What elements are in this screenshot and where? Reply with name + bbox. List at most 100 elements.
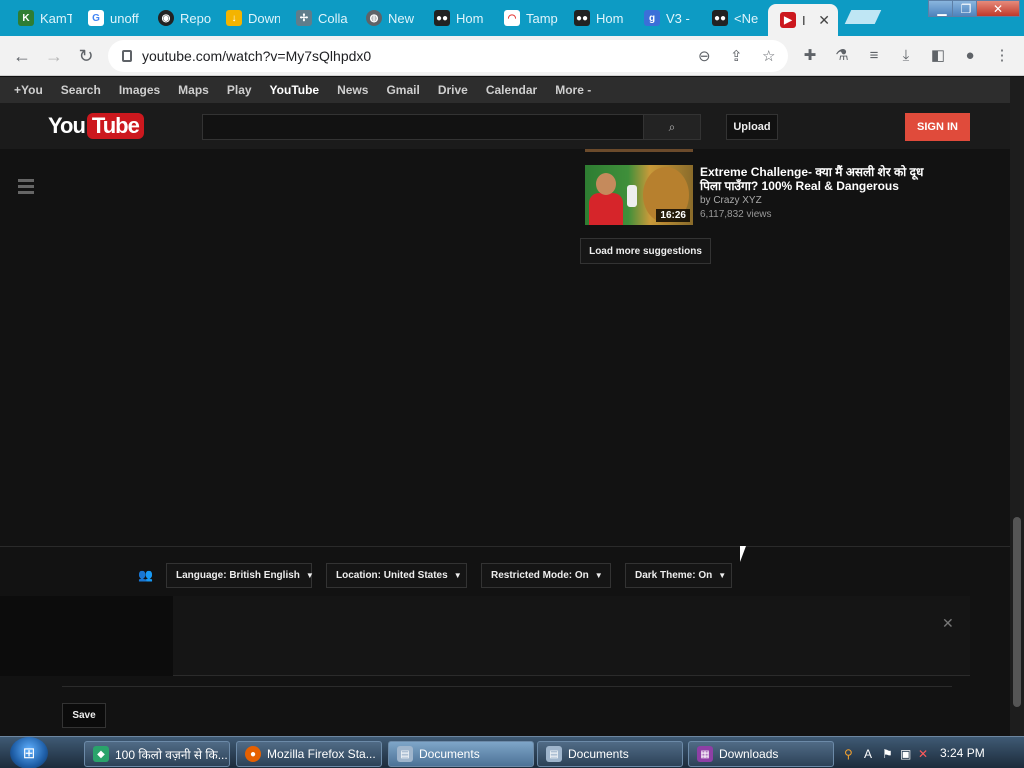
save-button[interactable]: Save	[62, 703, 106, 728]
bookmark-star-icon[interactable]: ☆	[762, 47, 775, 65]
upload-button[interactable]: Upload	[726, 114, 778, 140]
taskbar-item[interactable]: ▦ Downloads	[688, 741, 834, 767]
flag-tray-icon[interactable]: ⚑	[882, 747, 893, 761]
scrollbar-thumb[interactable]	[1013, 517, 1021, 707]
language-tray-icon[interactable]: A	[864, 747, 872, 761]
pinwheel-icon: ✢	[296, 10, 312, 26]
profile-icon[interactable]: ●	[959, 44, 981, 66]
help-people-icon[interactable]: 👥	[138, 568, 153, 582]
tampermonkey-icon: ●●	[434, 10, 450, 26]
github-icon: ◉	[158, 10, 174, 26]
browser-tab[interactable]: ✢ Colla	[278, 4, 350, 32]
browser-tab[interactable]: ◉ Repo	[140, 4, 212, 32]
page-scrollbar[interactable]	[1010, 77, 1024, 736]
search-button[interactable]: ⌕	[643, 114, 701, 140]
browser-tab[interactable]: ●● <Ne	[694, 4, 766, 32]
location-label: Location: United States	[336, 570, 448, 581]
window-close-button[interactable]: ✕	[976, 0, 1020, 17]
taskbar-label: 100 किलो वज़नी से कि...	[115, 747, 228, 762]
gbar-link-gmail[interactable]: Gmail	[386, 83, 419, 97]
taskbar-item[interactable]: ● Mozilla Firefox Sta...	[236, 741, 382, 767]
gbar-link-you[interactable]: +You	[14, 83, 43, 97]
youtube-icon: ▶	[780, 12, 796, 28]
firefox-icon: ●	[245, 746, 261, 762]
windows-logo-icon: ⊞	[22, 745, 36, 762]
browser-tab-active[interactable]: ▶ I ✕	[768, 4, 838, 36]
folder-icon: ▤	[397, 746, 413, 762]
google-icon: G	[88, 10, 104, 26]
reload-button[interactable]: ↻	[74, 44, 98, 68]
gbar-link-images[interactable]: Images	[119, 83, 160, 97]
load-more-button[interactable]: Load more suggestions	[580, 238, 711, 264]
url-text: youtube.com/watch?v=My7sQlhpdx0	[142, 48, 372, 64]
location-picker[interactable]: Location: United States ▼	[326, 563, 467, 588]
video-thumbnail[interactable]: 16:26	[585, 165, 693, 225]
browser-tab[interactable]: ●● Hom	[556, 4, 628, 32]
side-panel-icon[interactable]: ◧	[927, 44, 949, 66]
footer-divider	[0, 546, 1010, 547]
previous-thumb-edge	[585, 149, 693, 152]
youtube-logo[interactable]: You Tube	[48, 113, 144, 139]
address-bar[interactable]: youtube.com/watch?v=My7sQlhpdx0 ⊖ ⇪ ☆	[108, 40, 788, 72]
gbar-link-play[interactable]: Play	[227, 83, 252, 97]
caret-down-icon: ▼	[594, 571, 603, 580]
gbar-link-youtube[interactable]: YouTube	[270, 83, 320, 97]
taskbar-item[interactable]: ▤ Documents	[537, 741, 683, 767]
download-icon[interactable]: ⤓	[895, 44, 917, 66]
zoom-icon[interactable]: ⊖	[698, 47, 711, 65]
language-picker[interactable]: Language: British English ▼	[166, 563, 314, 588]
browser-tab[interactable]: ◍ New	[348, 4, 420, 32]
dark-theme-picker[interactable]: Dark Theme: On ▼	[625, 563, 732, 588]
start-button[interactable]: ⊞	[10, 737, 48, 768]
tab-label: Down	[248, 10, 280, 26]
browser-tab[interactable]: ◠ Tamp	[486, 4, 558, 32]
sign-in-button[interactable]: SIGN IN	[905, 113, 970, 141]
video-channel[interactable]: by Crazy XYZ	[700, 195, 762, 206]
search-tray-icon[interactable]: ⚲	[844, 747, 853, 761]
gbar-link-calendar[interactable]: Calendar	[486, 83, 537, 97]
gbar-link-drive[interactable]: Drive	[438, 83, 468, 97]
rainbow-icon: ◠	[504, 10, 520, 26]
browser-tab[interactable]: g V3 -	[626, 4, 698, 32]
new-tab-button[interactable]	[844, 10, 882, 24]
folder-icon: ▤	[546, 746, 562, 762]
taskbar-item[interactable]: ▤ Documents	[388, 741, 534, 767]
tab-label: I	[802, 12, 806, 28]
tab-strip: K KamT G unoff ◉ Repo ↓ Down ✢ Colla ◍ N…	[0, 0, 1024, 36]
system-clock[interactable]: 3:24 PM	[940, 746, 985, 760]
restricted-mode-picker[interactable]: Restricted Mode: On ▼	[481, 563, 611, 588]
hamburger-menu-icon[interactable]	[18, 179, 34, 194]
browser-tab[interactable]: ●● Hom	[416, 4, 488, 32]
suggested-video[interactable]: 16:26 Extreme Challenge- क्या मैं असली श…	[585, 165, 985, 225]
close-icon[interactable]: ✕	[818, 12, 830, 29]
forward-button[interactable]: →	[42, 44, 66, 68]
extensions-icon[interactable]: ✚	[799, 44, 821, 66]
browser-tab[interactable]: K KamT	[0, 4, 72, 32]
flask-icon[interactable]: ⚗	[831, 44, 853, 66]
network-tray-icon[interactable]: ▣	[900, 747, 911, 761]
gbar-link-maps[interactable]: Maps	[178, 83, 209, 97]
video-duration: 16:26	[656, 209, 690, 222]
back-button[interactable]: ←	[10, 44, 34, 68]
tampermonkey-icon: ●●	[712, 10, 728, 26]
volume-muted-icon[interactable]: ✕	[918, 747, 928, 761]
caret-down-icon: ▼	[718, 571, 727, 580]
download-site-icon: ↓	[226, 10, 242, 26]
reading-list-icon[interactable]: ≡	[863, 44, 885, 66]
close-icon[interactable]: ✕	[942, 615, 954, 632]
logo-you: You	[48, 113, 86, 138]
browser-tab[interactable]: G unoff	[70, 4, 142, 32]
search-input[interactable]	[202, 114, 644, 140]
taskbar-item[interactable]: ◆ 100 किलो वज़नी से कि...	[84, 741, 230, 767]
gbar-link-search[interactable]: Search	[61, 83, 101, 97]
mouse-cursor-icon	[740, 546, 752, 562]
tab-label: V3 -	[666, 10, 690, 26]
video-title[interactable]: Extreme Challenge- क्या मैं असली शेर को …	[700, 165, 940, 193]
gbar-link-news[interactable]: News	[337, 83, 368, 97]
share-icon[interactable]: ⇪	[730, 47, 743, 65]
tab-label: Hom	[596, 10, 624, 26]
menu-kebab-icon[interactable]: ⋮	[991, 44, 1013, 66]
browser-tab[interactable]: ↓ Down	[208, 4, 280, 32]
gbar-link-more[interactable]: More -	[555, 83, 591, 97]
google-g-icon: g	[644, 10, 660, 26]
